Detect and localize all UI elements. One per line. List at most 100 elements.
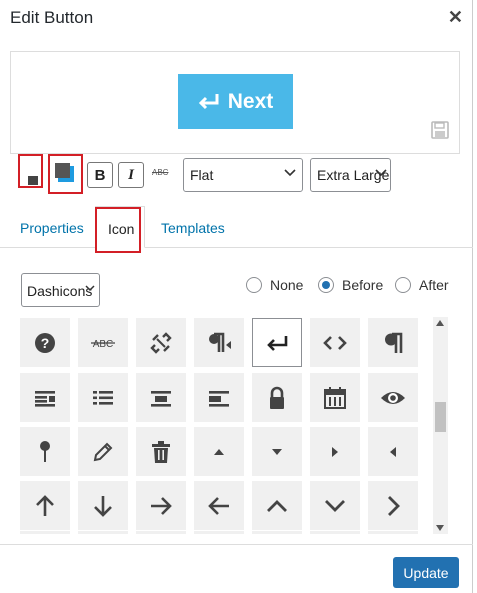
iconset-value: Dashicons: [27, 283, 93, 299]
icon-cell[interactable]: [252, 427, 302, 476]
icon-cell[interactable]: [194, 427, 244, 476]
icon-cell[interactable]: [20, 481, 70, 530]
icon-cell[interactable]: [136, 481, 186, 530]
arrow-right-alt-icon: [151, 496, 172, 515]
preview-button-label: Next: [227, 89, 274, 113]
icon-cell[interactable]: [136, 531, 186, 534]
preview-button: Next: [178, 74, 293, 129]
icon-cell[interactable]: [78, 373, 128, 422]
arrow-left-icon: [390, 446, 396, 457]
icon-cell[interactable]: [252, 531, 302, 534]
icon-cell[interactable]: [368, 481, 418, 530]
button-style-select[interactable]: Flat: [183, 158, 303, 192]
tab-bar: Properties Templates: [0, 206, 473, 248]
icon-cell-selected[interactable]: [252, 318, 302, 367]
editor-break-icon: [198, 93, 219, 109]
italic-button-label: I: [128, 166, 134, 183]
align-center-icon: [151, 390, 171, 407]
button-preview-area: Next: [10, 51, 460, 154]
icon-cell[interactable]: [194, 373, 244, 422]
background-color-picker[interactable]: [48, 154, 83, 194]
edit-button-dialog: Edit Button ✕ Next B I ABC Flat Extra La…: [0, 0, 473, 593]
chevron-down-icon: [284, 169, 296, 177]
text-color-picker[interactable]: [18, 154, 43, 188]
icon-cell[interactable]: [136, 318, 186, 367]
arrow-down-icon: [272, 448, 282, 455]
scroll-down-arrow[interactable]: [436, 525, 444, 531]
icon-cell[interactable]: [20, 373, 70, 422]
icon-cell[interactable]: [194, 531, 244, 534]
arrow-up-alt-icon: [36, 494, 54, 516]
strikethrough-button-label: ABC: [152, 168, 169, 177]
bold-button-label: B: [94, 166, 106, 184]
dialog-title: Edit Button: [10, 8, 94, 27]
icon-cell[interactable]: ABC: [78, 318, 128, 367]
button-size-select[interactable]: Extra Large: [310, 158, 391, 192]
icon-cell[interactable]: [310, 373, 360, 422]
icon-cell[interactable]: [78, 531, 128, 534]
icon-grid-scrollbar[interactable]: [433, 317, 448, 534]
pushpin-icon: [40, 440, 50, 462]
strikethrough-button[interactable]: ABC: [152, 168, 174, 182]
icon-cell[interactable]: [252, 373, 302, 422]
editor-break-icon: [267, 335, 288, 351]
svg-text:?: ?: [41, 335, 50, 351]
chevron-down-icon: [375, 169, 387, 177]
editor-unlink-icon: [150, 331, 172, 354]
icon-cell[interactable]: [310, 531, 360, 534]
radio-after[interactable]: [395, 277, 411, 293]
editor-table-icon: [93, 390, 113, 405]
visibility-icon: [381, 391, 405, 404]
radio-none-label: None: [270, 277, 304, 293]
dialog-titlebar: Edit Button ✕: [0, 0, 473, 36]
arrow-left-alt-icon: [208, 496, 229, 515]
icon-cell[interactable]: [78, 427, 128, 476]
scrollbar-thumb[interactable]: [435, 402, 446, 432]
icon-cell[interactable]: [310, 481, 360, 530]
radio-before[interactable]: [318, 277, 334, 293]
tab-templates[interactable]: Templates: [161, 220, 225, 236]
update-button[interactable]: Update: [393, 557, 459, 588]
icon-cell[interactable]: [368, 531, 418, 534]
calendar-icon: [324, 386, 346, 409]
scroll-up-arrow[interactable]: [436, 320, 444, 326]
icon-cell[interactable]: [310, 427, 360, 476]
icon-cell[interactable]: [194, 318, 244, 367]
editor-code-icon: [323, 335, 347, 350]
tab-properties[interactable]: Properties: [20, 220, 84, 236]
icon-cell[interactable]: [136, 373, 186, 422]
radio-after-label: After: [419, 277, 449, 293]
icon-position-none[interactable]: None: [246, 277, 303, 293]
iconset-select[interactable]: Dashicons: [21, 273, 100, 307]
icon-cell[interactable]: [78, 481, 128, 530]
icon-cell[interactable]: [20, 427, 70, 476]
icon-cell[interactable]: ?: [20, 318, 70, 367]
arrow-down-alt2-icon: [325, 499, 345, 512]
icon-cell[interactable]: [136, 427, 186, 476]
radio-none[interactable]: [246, 277, 262, 293]
svg-text:ABC: ABC: [93, 339, 114, 350]
bold-button[interactable]: B: [87, 162, 113, 188]
align-left-icon: [209, 390, 229, 407]
italic-button[interactable]: I: [118, 162, 144, 188]
save-icon[interactable]: [431, 121, 449, 139]
close-icon[interactable]: ✕: [448, 7, 463, 28]
editor-ltr-icon: [209, 332, 231, 352]
editor-strikethrough-icon: ABC: [91, 339, 115, 350]
lock-icon: [270, 386, 284, 409]
icon-grid: ? ABC: [20, 318, 429, 534]
icon-cell[interactable]: [368, 318, 418, 367]
icon-cell[interactable]: [20, 531, 70, 534]
icon-cell[interactable]: [368, 427, 418, 476]
trash-icon: [152, 440, 170, 463]
style-toolbar: B I ABC Flat Extra Large: [10, 154, 460, 198]
icon-cell[interactable]: [194, 481, 244, 530]
icon-position-after[interactable]: After: [395, 277, 449, 293]
icon-cell[interactable]: [252, 481, 302, 530]
arrow-right-icon: [332, 446, 338, 457]
icon-cell[interactable]: [310, 318, 360, 367]
icon-position-before[interactable]: Before: [318, 277, 383, 293]
radio-before-label: Before: [342, 277, 384, 293]
tab-icon-label[interactable]: Icon: [108, 221, 134, 237]
icon-cell[interactable]: [368, 373, 418, 422]
